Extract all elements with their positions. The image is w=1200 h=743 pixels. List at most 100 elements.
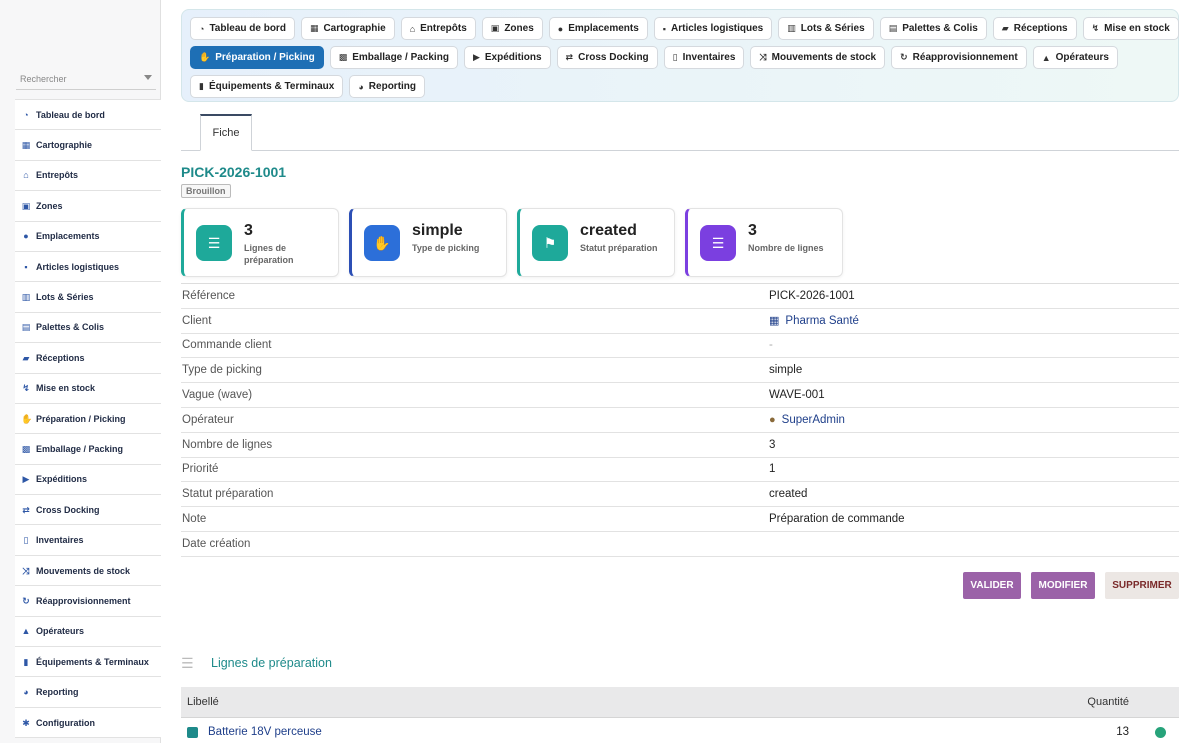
detail-value: 3 (769, 439, 775, 451)
top-nav-button[interactable]: ⤨ Mouvements de stock (750, 46, 886, 69)
sidebar-item[interactable]: ✋ Préparation / Picking (15, 403, 161, 435)
detail-row: Commande client - (181, 334, 1179, 359)
lines-section-title: Lignes de préparation (211, 656, 332, 670)
top-nav-button[interactable]: ▶ Expéditions (463, 46, 551, 69)
top-nav-button-label: Lots & Séries (800, 23, 865, 34)
detail-value[interactable]: ▦ Pharma Santé (769, 314, 859, 328)
sidebar-item[interactable]: ⇄ Cross Docking (15, 495, 161, 526)
top-nav-button[interactable]: ● Emplacements (548, 17, 648, 40)
top-nav-button-label: Expéditions (484, 52, 542, 63)
sidebar-item-label: Réceptions (36, 352, 85, 363)
top-nav-button[interactable]: ▲ Opérateurs (1032, 46, 1118, 69)
pallet-icon: ▤ (21, 322, 31, 333)
top-nav-button-label: Cartographie (323, 23, 386, 34)
tab-fiche[interactable]: Fiche (200, 114, 252, 151)
top-nav-button[interactable]: ▦ Cartographie (300, 17, 395, 40)
sidebar-item-label: Cross Docking (36, 504, 100, 515)
top-nav-button[interactable]: ▤ Palettes & Colis (879, 17, 987, 40)
sidebar-item[interactable]: ▪ Articles logistiques (15, 251, 161, 283)
sidebar-item-label: Inventaires (36, 535, 84, 546)
top-nav-button[interactable]: ▰ Réceptions (992, 17, 1077, 40)
top-nav-button[interactable]: ⌂ Entrepôts (400, 17, 476, 40)
detail-value: Préparation de commande (769, 513, 905, 525)
barcode-icon: ▥ (787, 23, 796, 33)
top-nav-button[interactable]: ▯ Inventaires (663, 46, 745, 69)
kpi-card: ⚑ created Statut préparation (517, 208, 675, 277)
validate-button[interactable]: VALIDER (963, 572, 1021, 599)
top-nav-button[interactable]: ✋ Préparation / Picking (190, 46, 324, 69)
top-nav-button-label: Palettes & Colis (902, 23, 978, 34)
sidebar-item[interactable]: ⤨ Mouvements de stock (15, 555, 161, 587)
sidebar-item[interactable]: ▶ Expéditions (15, 464, 161, 496)
page-title: PICK-2026-1001 (181, 164, 287, 180)
detail-key: Nombre de lignes (182, 438, 273, 451)
sidebar-item[interactable]: ▦ Cartographie (15, 130, 161, 161)
top-nav-button[interactable]: ▩ Emballage / Packing (329, 46, 458, 69)
detail-key: Commande client (182, 339, 272, 352)
detail-value-text: WAVE-001 (769, 389, 825, 402)
status-badge: Brouillon (181, 184, 231, 198)
detail-key: Client (182, 314, 212, 327)
sidebar-item-label: Palettes & Colis (36, 322, 105, 333)
boxes-icon: ▩ (338, 52, 348, 62)
box-icon: ▪ (662, 23, 666, 34)
top-nav-button[interactable]: ⇄ Cross Docking (556, 46, 658, 69)
table-row: Batterie 18V perceuse 13 (181, 718, 1179, 743)
top-nav-button-label: Réapprovisionnement (912, 52, 1018, 63)
sidebar-item[interactable]: ▰ Réceptions (15, 343, 161, 374)
sidebar-item[interactable]: ▥ Lots & Séries (15, 282, 161, 313)
sidebar-item[interactable]: ↻ Réapprovisionnement (15, 586, 161, 617)
truck-loading-icon: ▰ (22, 352, 30, 363)
top-nav-button[interactable]: ◕ Reporting (349, 75, 426, 98)
top-nav-button[interactable]: ▮ Équipements & Terminaux (190, 75, 344, 98)
location-icon: ● (557, 23, 564, 34)
sidebar-item[interactable]: ↯ Mise en stock (15, 373, 161, 404)
delete-button[interactable]: SUPPRIMER (1105, 572, 1179, 599)
sidebar-item[interactable]: ✱ Configuration (15, 707, 161, 739)
detail-key: Note (182, 513, 207, 526)
detail-value-text: Préparation de commande (769, 513, 905, 526)
sidebar-item[interactable]: ⌂ Entrepôts (15, 160, 161, 192)
top-nav-button[interactable]: ↻ Réapprovisionnement (891, 46, 1027, 69)
top-nav-button[interactable]: ▪ Articles logistiques (653, 17, 773, 40)
details-table: Référence PICK-2026-1001 Client ▦ Pharma San… (181, 283, 1179, 557)
sidebar-search-select[interactable]: Rechercher (16, 70, 156, 90)
detail-row: Type de picking simple (181, 358, 1179, 384)
sidebar-item[interactable]: ▯ Inventaires (15, 525, 161, 556)
column-header-label[interactable]: Libellé (181, 696, 1021, 708)
top-nav-button-label: Réceptions (1013, 23, 1068, 34)
modify-button[interactable]: MODIFIER (1031, 572, 1095, 599)
detail-value: PICK-2026-1001 (769, 290, 855, 302)
detail-value: created (769, 488, 807, 500)
top-nav-button[interactable]: ↯ Mise en stock (1082, 17, 1179, 40)
sidebar-item[interactable]: ◔ Tableau de bord (15, 100, 161, 131)
sidebar-item[interactable]: ▤ Palettes & Colis (15, 312, 161, 344)
top-nav-button[interactable]: ◔ Tableau de bord (190, 17, 295, 40)
kpi-value: simple (412, 222, 463, 239)
sidebar-item[interactable]: ▣ Zones (15, 191, 161, 222)
flag-icon: ⚑ (532, 225, 568, 261)
kpi-label: Nombre de lignes (748, 243, 824, 253)
detail-value-text: - (769, 339, 773, 352)
kpi-card: ☰ 3 Nombre de lignes (685, 208, 843, 277)
kpi-value: created (580, 222, 637, 239)
sidebar-item[interactable]: ▮ Équipements & Terminaux (15, 647, 161, 678)
detail-key: Statut préparation (182, 488, 274, 501)
top-nav-button-label: Zones (504, 23, 534, 34)
line-label-cell[interactable]: Batterie 18V perceuse (181, 726, 1021, 738)
top-nav-button-label: Tableau de bord (209, 23, 286, 34)
sidebar-item[interactable]: ▲ Opérateurs (15, 616, 161, 648)
sidebar-item-label: Opérateurs (36, 626, 85, 637)
top-nav-button[interactable]: ▣ Zones (481, 17, 543, 40)
sidebar-item[interactable]: ● Emplacements (15, 221, 161, 252)
top-nav-button[interactable]: ▥ Lots & Séries (778, 17, 874, 40)
sidebar-item[interactable]: ▩ Emballage / Packing (15, 434, 161, 465)
sidebar-item[interactable]: ◕ Reporting (15, 677, 161, 708)
detail-value[interactable]: ● SuperAdmin (769, 414, 845, 426)
sidebar-item-label: Emballage / Packing (36, 443, 124, 454)
sidebar-item-label: Mouvements de stock (36, 565, 131, 576)
pie-chart-icon: ◕ (358, 81, 364, 92)
column-header-quantity[interactable]: Quantité (1021, 696, 1141, 708)
kpi-label: Type de picking (412, 243, 480, 253)
hand-icon: ✋ (364, 225, 400, 261)
